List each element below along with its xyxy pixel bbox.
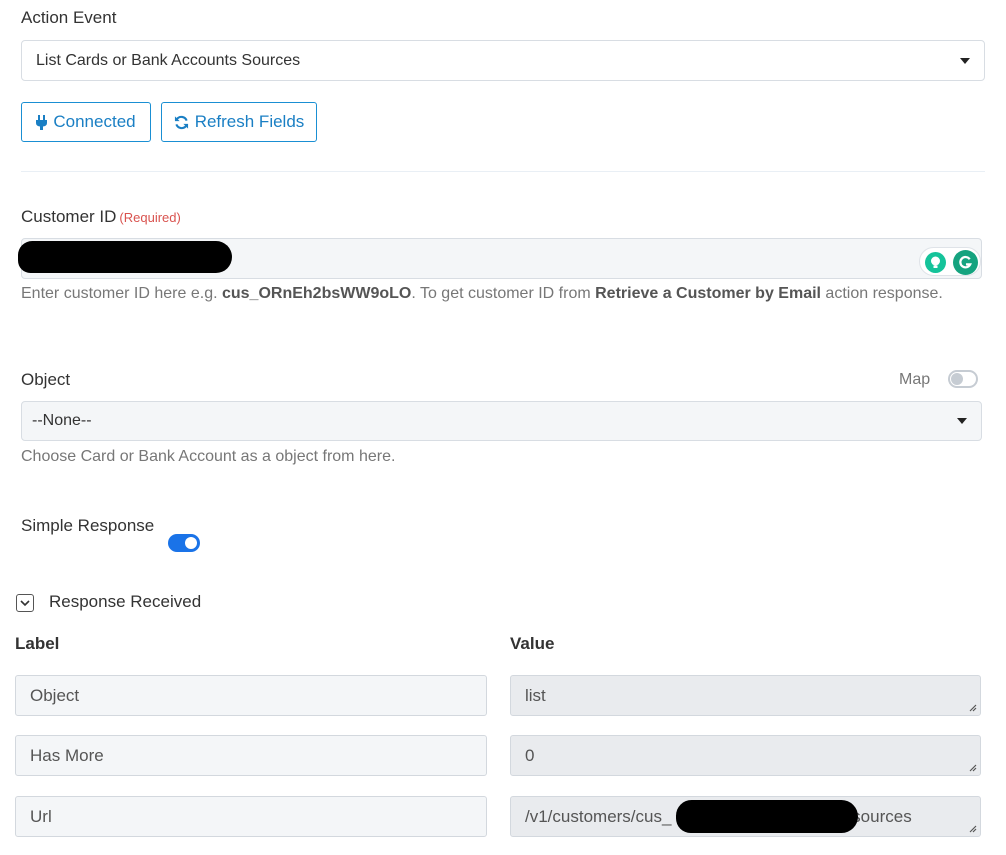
connected-label: Connected: [53, 112, 136, 131]
collapse-button[interactable]: [16, 594, 34, 612]
required-badge: (Required): [119, 210, 181, 225]
chevron-down-icon: [957, 418, 967, 424]
resize-handle-icon[interactable]: [967, 702, 977, 712]
object-select[interactable]: --None--: [21, 401, 982, 441]
chevron-down-icon: [960, 57, 970, 64]
redacted-value: [676, 800, 858, 833]
value-column-header: Value: [510, 634, 555, 653]
customer-id-label-row: Customer ID (Required): [21, 207, 181, 227]
object-help: Choose Card or Bank Account as a object …: [21, 448, 396, 465]
resize-handle-icon[interactable]: [967, 762, 977, 772]
chevron-down-icon: [20, 599, 30, 606]
map-label: Map: [899, 371, 931, 388]
simple-response-toggle[interactable]: [168, 534, 200, 552]
action-event-label: Action Event: [21, 8, 117, 27]
resize-handle-icon[interactable]: [967, 823, 977, 833]
help-text: . To get customer ID from: [411, 285, 596, 302]
object-label: Object: [21, 370, 71, 389]
simple-response-label: Simple Response: [21, 516, 155, 535]
connected-button[interactable]: Connected: [21, 102, 151, 142]
help-text: Enter customer ID here e.g.: [21, 285, 222, 302]
response-label-field[interactable]: Object: [15, 675, 487, 716]
response-label-field[interactable]: Has More: [15, 735, 487, 776]
action-event-value: List Cards or Bank Accounts Sources: [36, 51, 301, 69]
redacted-value: [18, 241, 232, 273]
help-example: cus_ORnEh2bsWW9oLO: [221, 285, 412, 302]
grammarly-icon[interactable]: [953, 250, 978, 275]
action-event-select[interactable]: List Cards or Bank Accounts Sources: [21, 40, 985, 81]
section-divider: [21, 171, 985, 172]
response-value-text: list: [525, 685, 546, 705]
refresh-fields-label: Refresh Fields: [194, 112, 305, 131]
refresh-fields-button[interactable]: Refresh Fields: [161, 102, 317, 142]
grammarly-widget[interactable]: [919, 247, 981, 276]
response-label-field[interactable]: Url: [15, 796, 487, 837]
response-value-field[interactable]: 0: [510, 735, 981, 776]
response-value-text: 0: [525, 745, 535, 765]
refresh-icon: [174, 115, 188, 129]
response-value-prefix: /v1/customers/cus_: [525, 806, 672, 826]
help-action-name: Retrieve a Customer by Email: [595, 285, 821, 302]
object-select-value: --None--: [32, 412, 92, 429]
response-received-title: Response Received: [49, 592, 202, 611]
help-text: action response.: [820, 285, 943, 302]
map-toggle[interactable]: [948, 370, 978, 388]
customer-id-label: Customer ID: [21, 207, 117, 226]
bulb-icon[interactable]: [925, 252, 946, 273]
response-value-field[interactable]: list: [510, 675, 981, 716]
plug-icon: [36, 114, 48, 130]
label-column-header: Label: [15, 634, 60, 653]
customer-id-help: Enter customer ID here e.g. cus_ORnEh2bs…: [21, 283, 981, 305]
